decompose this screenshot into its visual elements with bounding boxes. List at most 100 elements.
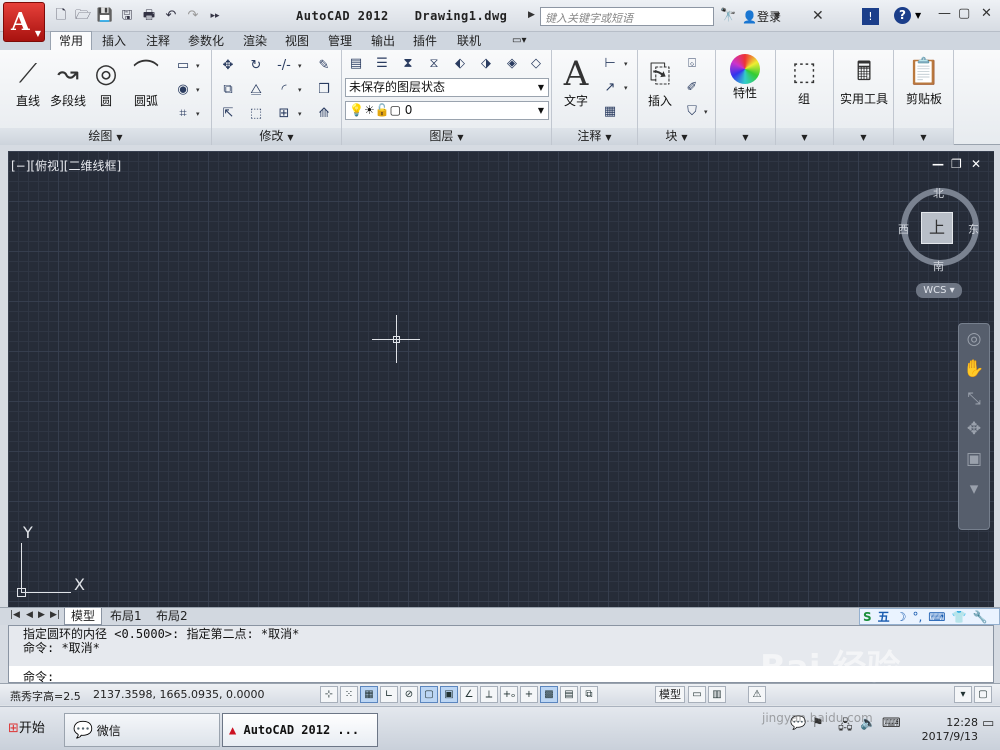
layer-state-dropdown[interactable]: 未保存的图层状态 ▼ — [345, 78, 549, 97]
osnap-icon[interactable]: ▢ — [420, 686, 438, 703]
tab-plugins[interactable]: 插件 — [413, 32, 437, 50]
save-as-icon[interactable]: 🖫 — [118, 7, 136, 25]
x-icon[interactable]: ✕ — [812, 8, 824, 24]
transparency-icon[interactable]: ▩ — [540, 686, 558, 703]
grid-icon[interactable]: ▦ — [360, 686, 378, 703]
move-icon[interactable]: ✥ — [218, 56, 238, 76]
rotate-icon[interactable]: ↻ — [246, 56, 266, 76]
tab-model[interactable]: 模型 — [64, 608, 103, 625]
modify-panel-title[interactable]: 修改 ▼ — [212, 128, 341, 145]
offset-icon[interactable]: ⟰ — [314, 104, 334, 124]
lineweight-icon[interactable]: + — [520, 686, 538, 703]
group-panel[interactable]: ⬚ 组 ▼ — [776, 50, 834, 145]
block-attribute-icon[interactable]: ⛉ — [682, 102, 702, 122]
tab-insert[interactable]: 插入 — [102, 32, 126, 50]
array-icon[interactable]: ⊞ — [274, 104, 294, 124]
layer-dropdown[interactable]: 💡☀🔓▢ 0 ▼ — [345, 101, 549, 120]
ducs-icon[interactable]: ⟂ — [480, 686, 498, 703]
annotation-panel-title[interactable]: 注释 ▼ — [552, 128, 637, 145]
showmotion-icon[interactable]: ▣ — [959, 444, 989, 474]
tray-wechat-icon[interactable]: 💬 — [790, 716, 806, 731]
layer-state-icon[interactable]: ☰ — [372, 54, 392, 74]
layer-match-icon[interactable]: ◈ — [502, 54, 522, 74]
region-dropdown-icon[interactable]: ▾ — [196, 110, 200, 118]
model-space-button[interactable]: 模型 — [655, 686, 685, 703]
sogou-icon[interactable]: S — [863, 610, 872, 624]
table-icon[interactable]: ▦ — [600, 102, 620, 122]
text-tool[interactable]: A 文字 — [554, 56, 598, 109]
properties-expand[interactable]: ▼ — [716, 128, 775, 145]
leader-icon[interactable]: ↗ — [600, 78, 620, 98]
start-button[interactable]: ⊞开始 — [2, 713, 51, 745]
dimension-dropdown-icon[interactable]: ▾ — [624, 60, 628, 68]
next-layout-icon[interactable]: ▶ — [38, 610, 45, 620]
tab-parametric[interactable]: 参数化 — [188, 32, 224, 50]
leader-dropdown-icon[interactable]: ▾ — [624, 84, 628, 92]
search-expand-icon[interactable]: ▶ — [528, 10, 535, 20]
compass-east[interactable]: 东 — [968, 221, 979, 237]
new-file-icon[interactable]: 🗋 — [52, 7, 70, 25]
utilities-expand[interactable]: ▼ — [834, 128, 893, 145]
ime-mode[interactable]: 五 — [878, 608, 890, 625]
viewport-close-icon[interactable]: ✕ — [971, 157, 981, 171]
arc-tool[interactable]: ⌒ 圆弧 — [124, 56, 168, 109]
3d-osnap-icon[interactable]: ▣ — [440, 686, 458, 703]
mirror-icon[interactable]: ⧋ — [246, 80, 266, 100]
taskbar-wechat[interactable]: 💬 微信 — [64, 713, 220, 747]
wcs-menu[interactable]: WCS ▾ — [916, 283, 962, 298]
utilities-tool[interactable]: 🖩 实用工具 — [836, 54, 892, 107]
punctuation-icon[interactable]: °, — [912, 610, 922, 624]
undo-icon[interactable]: ↶ — [162, 7, 180, 25]
stretch-icon[interactable]: ⇱ — [218, 104, 238, 124]
status-menu-icon[interactable]: ▾ — [954, 686, 972, 703]
last-layout-icon[interactable]: ▶| — [50, 610, 60, 620]
rectangle-dropdown-icon[interactable]: ▾ — [196, 62, 200, 70]
trim-icon[interactable]: -/- — [274, 56, 294, 76]
print-icon[interactable]: 🖶 — [140, 7, 158, 25]
layer-lock-icon[interactable]: ⬗ — [476, 54, 496, 74]
selection-cycling-icon[interactable]: ⧉ — [580, 686, 598, 703]
minimize-icon[interactable]: — — [938, 6, 951, 21]
compass-south[interactable]: 南 — [933, 258, 944, 274]
line-tool[interactable]: ⟋ 直线 — [6, 56, 50, 109]
clipboard-tool[interactable]: 📋 剪贴板 — [898, 54, 950, 107]
clipboard-panel[interactable]: 📋 剪贴板 ▼ — [894, 50, 954, 145]
zoom-extents-icon[interactable]: ⤡ — [959, 384, 989, 414]
trim-dropdown-icon[interactable]: ▾ — [298, 62, 302, 70]
qat-more-icon[interactable]: ▸▸ — [206, 7, 224, 25]
annotation-scale-icon[interactable]: ⚠ — [748, 686, 766, 703]
tab-online[interactable]: 联机 — [457, 32, 481, 50]
open-file-icon[interactable]: 🗁 — [74, 7, 92, 25]
redo-icon[interactable]: ↷ — [184, 7, 202, 25]
application-menu-button[interactable]: A ▼ — [3, 2, 45, 42]
properties-panel[interactable]: 特性 ▼ — [716, 50, 776, 145]
edit-block-icon[interactable]: ✐ — [682, 78, 702, 98]
show-desktop-icon[interactable]: ▭ — [982, 716, 994, 731]
moon-icon[interactable]: ☽ — [896, 610, 907, 624]
quick-view-layouts-icon[interactable]: ▭ — [688, 686, 706, 703]
layer-isolate-icon[interactable]: ⧖ — [424, 54, 444, 74]
user-icon[interactable]: 👕 — [952, 610, 967, 624]
hatch-icon[interactable]: ◉ — [173, 80, 193, 100]
scale-icon[interactable]: ⬚ — [246, 104, 266, 124]
tab-home[interactable]: 常用 — [50, 31, 93, 51]
prev-layout-icon[interactable]: ◀ — [26, 610, 33, 620]
orbit-icon[interactable]: ✥ — [959, 414, 989, 444]
erase-icon[interactable]: ✎ — [314, 56, 334, 76]
tab-render[interactable]: 渲染 — [243, 32, 267, 50]
layers-panel-title[interactable]: 图层 ▼ — [342, 128, 551, 145]
pan-icon[interactable]: ✋ — [959, 354, 989, 384]
system-clock[interactable]: 12:28 2017/9/13 — [918, 716, 978, 744]
viewport-restore-icon[interactable]: ❐ — [951, 157, 962, 171]
viewcube-top-face[interactable]: 上 — [921, 212, 953, 244]
coordinates-readout[interactable]: 2137.3598, 1665.0935, 0.0000 — [93, 688, 264, 701]
help-icon[interactable]: ? — [894, 7, 911, 24]
login-dropdown-icon[interactable]: ▼ — [774, 11, 780, 20]
group-tool[interactable]: ⬚ 组 — [782, 54, 826, 107]
drawing-canvas[interactable]: [−][俯视][二维线框] — ❐ ✕ 上 北 南 东 西 WCS ▾ ◎ ✋ … — [8, 151, 994, 607]
clean-screen-icon[interactable]: ▢ — [974, 686, 992, 703]
tray-flag-icon[interactable]: ⚑ — [812, 716, 824, 731]
utilities-panel[interactable]: 🖩 实用工具 ▼ — [834, 50, 894, 145]
infer-constraints-icon[interactable]: ⊹ — [320, 686, 338, 703]
viewport-controls[interactable]: [−][俯视][二维线框] — [11, 157, 121, 174]
